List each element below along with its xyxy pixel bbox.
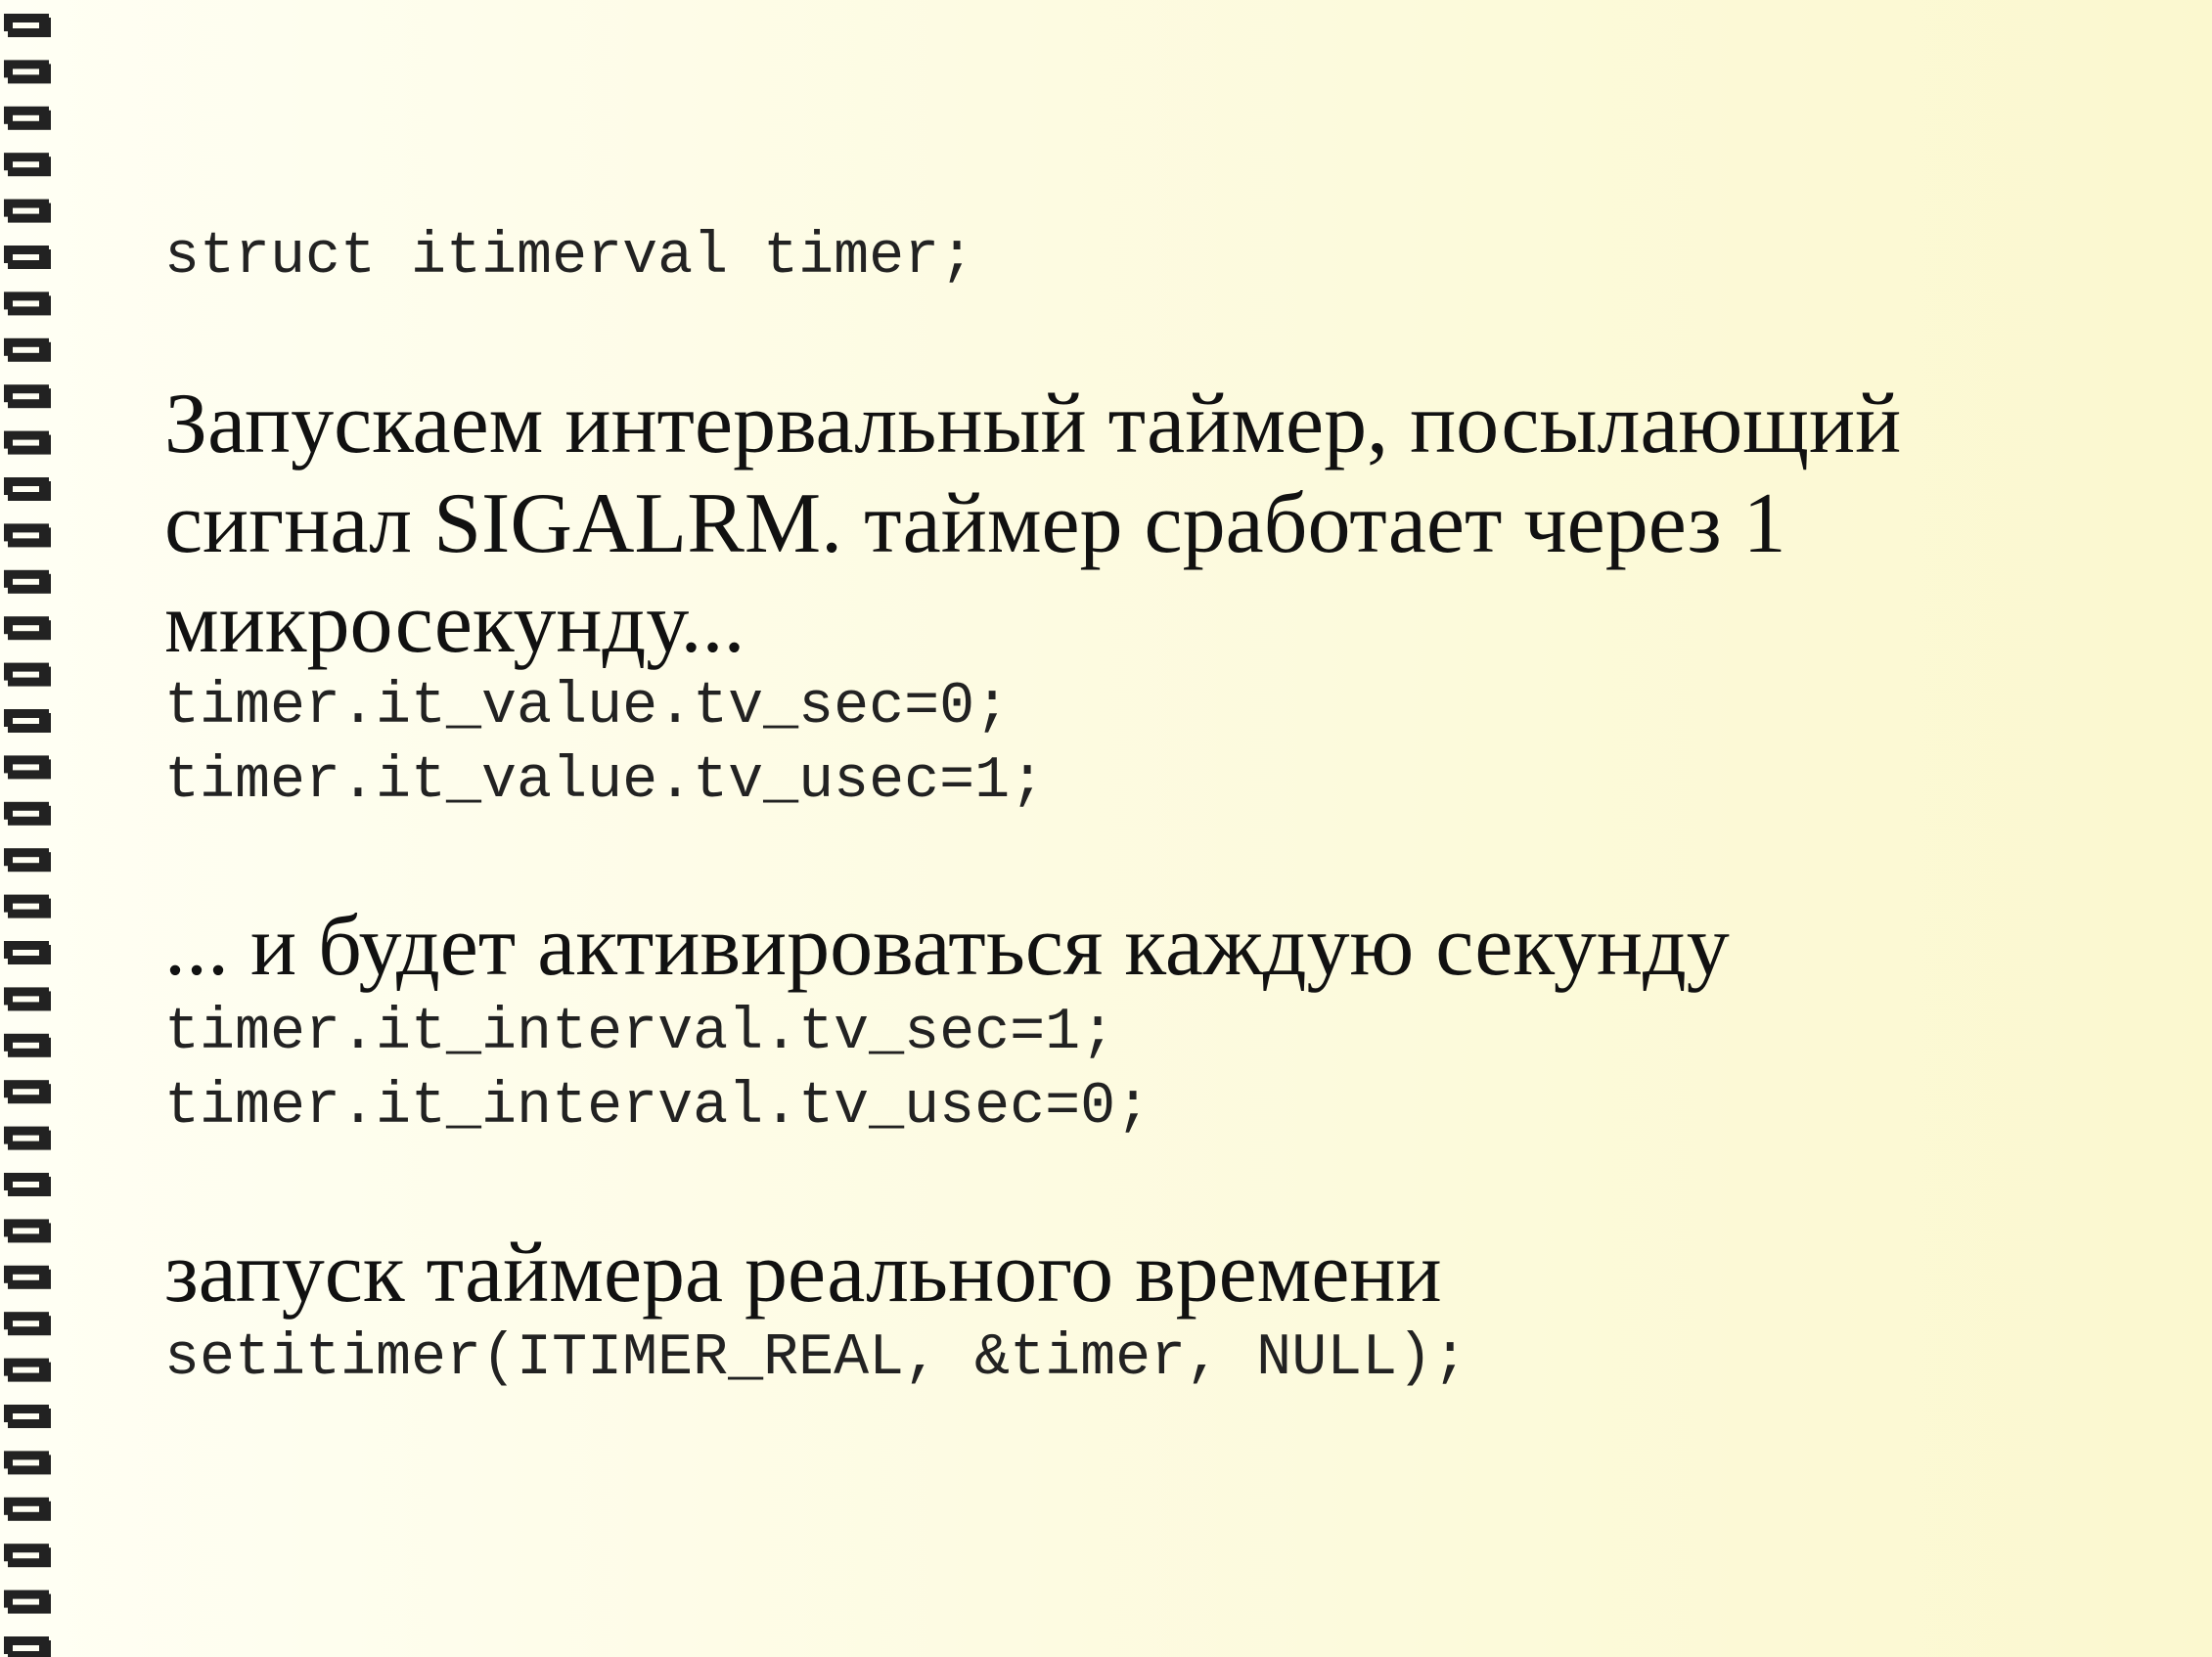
spiral-binding [4, 14, 51, 1657]
binding-ring [4, 199, 51, 223]
binding-ring [4, 1405, 51, 1428]
binding-ring [4, 246, 51, 269]
code-interval-sec: timer.it_interval.tv_sec=1; [164, 1000, 1116, 1066]
binding-ring [4, 523, 51, 548]
note-launch: запуск таймера реального времени [164, 1226, 1442, 1321]
note-interval: ... и будет активироваться каждую секунд… [164, 899, 1730, 994]
binding-ring [4, 709, 51, 733]
binding-ring [4, 1590, 51, 1614]
binding-ring [4, 894, 51, 918]
binding-ring [4, 384, 51, 409]
binding-ring [4, 1358, 51, 1382]
binding-ring [4, 1636, 51, 1657]
code-value-sec: timer.it_value.tv_sec=0; [164, 674, 1011, 740]
binding-ring [4, 14, 51, 37]
binding-ring [4, 848, 51, 873]
code-value-usec: timer.it_value.tv_usec=1; [164, 748, 1046, 815]
binding-ring [4, 1219, 51, 1243]
code-interval-usec: timer.it_interval.tv_usec=0; [164, 1074, 1151, 1141]
note-start-line-3: микросекунду... [164, 576, 745, 671]
code-launch: setitimer(ITIMER_REAL, &timer, NULL); [164, 1325, 1468, 1392]
binding-ring [4, 337, 51, 362]
binding-ring [4, 1173, 51, 1196]
binding-ring [4, 755, 51, 780]
slide-content: struct itimerval timer; Запускаем интерв… [164, 0, 2180, 1657]
binding-ring [4, 1312, 51, 1336]
binding-ring [4, 60, 51, 84]
binding-ring [4, 941, 51, 964]
binding-ring [4, 1126, 51, 1150]
binding-ring [4, 1544, 51, 1568]
note-start-line-1: Запускаем интервальный таймер, посылающи… [164, 377, 1902, 471]
binding-ring [4, 987, 51, 1011]
binding-ring [4, 801, 51, 826]
binding-ring [4, 616, 51, 641]
code-declaration: struct itimerval timer; [164, 224, 975, 291]
binding-ring [4, 291, 51, 316]
binding-ring [4, 477, 51, 501]
binding-ring [4, 1497, 51, 1521]
binding-ring [4, 662, 51, 687]
binding-ring [4, 1451, 51, 1475]
binding-ring [4, 153, 51, 177]
binding-ring [4, 569, 51, 594]
binding-ring [4, 1265, 51, 1289]
binding-ring [4, 1033, 51, 1057]
binding-ring [4, 430, 51, 455]
binding-ring [4, 1080, 51, 1104]
note-start-line-2: сигнал SIGALRM. таймер сработает через 1 [164, 476, 1786, 571]
binding-ring [4, 106, 51, 130]
